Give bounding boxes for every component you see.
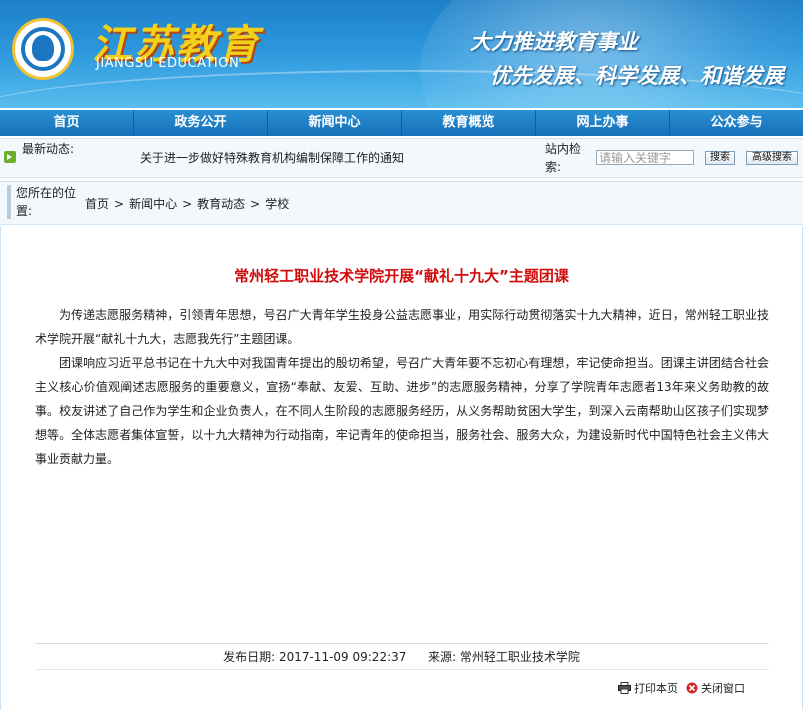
slogan-line-2: 优先发展、科学发展、和谐发展 [490,64,784,88]
nav-item-public-participation[interactable]: 公众参与 [670,110,803,136]
search-button[interactable]: 搜索 [705,151,735,165]
close-window-label: 关闭窗口 [701,682,745,695]
article-body: 为传递志愿服务精神，引领青年思想，号召广大青年学生投身公益志愿事业，用实际行动贯… [35,303,769,471]
article-paragraph: 团课响应习近平总书记在十九大中对我国青年提出的殷切希望，号召广大青年要不忘初心有… [35,356,769,466]
nav-item-news-center[interactable]: 新闻中心 [268,110,402,136]
advanced-search-button[interactable]: 高级搜索 [746,151,798,165]
article-title: 常州轻工职业技术学院开展“献礼十九大”主题团课 [234,267,569,285]
site-subtitle: JIANGSU EDUCATION [96,56,240,71]
nav-item-education-overview[interactable]: 教育概览 [402,110,536,136]
speaker-icon [4,151,16,163]
source-label: 来源: [428,650,457,664]
breadcrumb-item-news-center[interactable]: 新闻中心 [129,197,177,211]
slogan-line-1: 大力推进教育事业 [470,30,638,54]
close-icon [686,682,698,694]
breadcrumb-label: 您所在的位置: [16,186,77,218]
breadcrumb: 首页 > 新闻中心 > 教育动态 > 学校 [85,195,289,212]
article-meta: 发布日期: 2017-11-09 09:22:37 来源: 常州轻工职业技术学院 [0,648,803,665]
publish-date: 2017-11-09 09:22:37 [278,650,407,664]
latest-news-label: 最新动态: [22,142,75,156]
breadcrumb-separator: > [250,197,261,211]
breadcrumb-item-education-news[interactable]: 教育动态 [197,197,245,211]
publish-date-label: 发布日期: [223,650,276,664]
print-page-label: 打印本页 [634,682,678,695]
article-paragraph: 为传递志愿服务精神，引领青年思想，号召广大青年学生投身公益志愿事业，用实际行动贯… [35,308,769,346]
nav-item-home[interactable]: 首页 [0,110,134,136]
search-input[interactable] [596,150,694,165]
breadcrumb-separator: > [114,197,125,211]
divider [35,643,769,644]
main-nav: 首页 政务公开 新闻中心 教育概览 网上办事 公众参与 [0,110,803,136]
printer-icon [618,682,631,694]
breadcrumb-item-school[interactable]: 学校 [265,197,289,211]
close-window-button[interactable]: 关闭窗口 [686,680,745,696]
nav-item-online-services[interactable]: 网上办事 [536,110,670,136]
breadcrumb-item-home[interactable]: 首页 [85,197,109,211]
logo-emblem-icon [32,35,54,61]
site-logo[interactable] [12,18,74,80]
nav-item-government-affairs[interactable]: 政务公开 [134,110,268,136]
header-banner: 江苏教育 JIANGSU EDUCATION 大力推进教育事业 优先发展、科学发… [0,0,803,108]
divider [35,669,769,670]
latest-news-link[interactable]: 关于进一步做好特殊教育机构编制保障工作的通知 [140,149,404,166]
source-value: 常州轻工职业技术学院 [459,650,580,664]
site-search-label: 站内检索: [545,142,582,174]
breadcrumb-separator: > [182,197,193,211]
print-page-button[interactable]: 打印本页 [618,680,678,696]
breadcrumb-marker [7,185,11,219]
